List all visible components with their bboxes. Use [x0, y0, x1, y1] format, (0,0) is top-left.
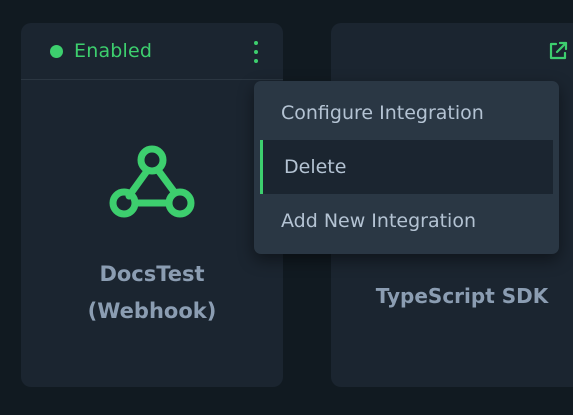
more-options-icon[interactable]	[249, 41, 263, 63]
kebab-dot	[254, 59, 258, 63]
card-title: TypeScript SDK	[375, 284, 549, 308]
menu-item-add-new-integration[interactable]: Add New Integration	[254, 194, 559, 248]
kebab-dot	[254, 50, 258, 54]
external-link-icon[interactable]	[547, 40, 569, 62]
status-label: Enabled	[74, 40, 153, 62]
status-dot-icon	[50, 44, 63, 58]
integrations-grid: Enabled DocsTest (Webhook) TypeScript SD…	[0, 0, 573, 415]
webhook-icon	[109, 145, 195, 218]
menu-item-delete[interactable]: Delete	[260, 140, 553, 194]
card-header: Enabled	[21, 23, 283, 80]
kebab-dot	[254, 41, 258, 45]
integration-options-menu: Configure Integration Delete Add New Int…	[254, 81, 559, 254]
card-title-line2: (Webhook)	[87, 299, 217, 323]
integration-card-docstest[interactable]: Enabled DocsTest (Webhook)	[21, 23, 283, 387]
menu-item-configure-integration[interactable]: Configure Integration	[254, 86, 559, 140]
card-title-line1: DocsTest	[99, 262, 205, 286]
status-indicator: Enabled	[50, 40, 152, 62]
